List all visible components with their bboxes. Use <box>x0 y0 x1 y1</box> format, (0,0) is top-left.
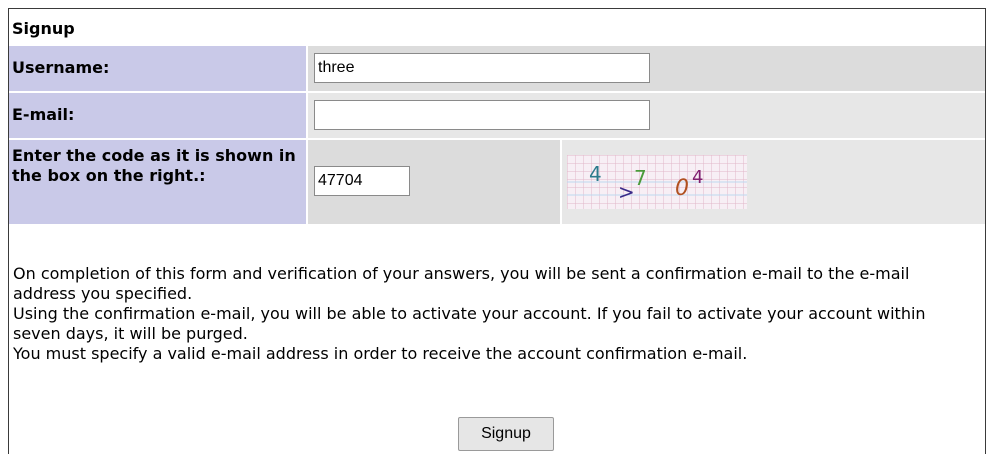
username-label: Username: <box>9 46 306 91</box>
captcha-char-3: 7 <box>634 166 647 190</box>
captcha-char-1: 4 <box>589 162 602 186</box>
code-label: Enter the code as it is shown in the box… <box>9 140 306 224</box>
email-row: E-mail: <box>9 93 985 138</box>
info-line-2: Using the confirmation e-mail, you will … <box>13 304 926 343</box>
email-label: E-mail: <box>9 93 306 138</box>
username-input[interactable] <box>314 53 650 83</box>
captcha-image: 4 > 7 0 4 <box>567 155 747 209</box>
form-title: Signup <box>12 19 75 38</box>
info-line-3: You must specify a valid e-mail address … <box>13 344 748 363</box>
code-row: Enter the code as it is shown in the box… <box>9 140 985 224</box>
signup-button[interactable]: Signup <box>458 417 554 451</box>
signup-form: Signup Username: E-mail: Enter the code … <box>8 8 986 454</box>
email-input[interactable] <box>314 100 650 130</box>
captcha-char-4: 0 <box>675 176 689 201</box>
info-line-1: On completion of this form and verificat… <box>13 264 910 303</box>
code-input[interactable] <box>314 166 410 196</box>
captcha-svg: 4 > 7 0 4 <box>567 155 747 209</box>
info-text: On completion of this form and verificat… <box>13 264 973 364</box>
form-header: Signup <box>9 9 985 45</box>
username-row: Username: <box>9 46 985 91</box>
captcha-char-5: 4 <box>692 167 703 188</box>
captcha-char-2: > <box>618 180 635 204</box>
